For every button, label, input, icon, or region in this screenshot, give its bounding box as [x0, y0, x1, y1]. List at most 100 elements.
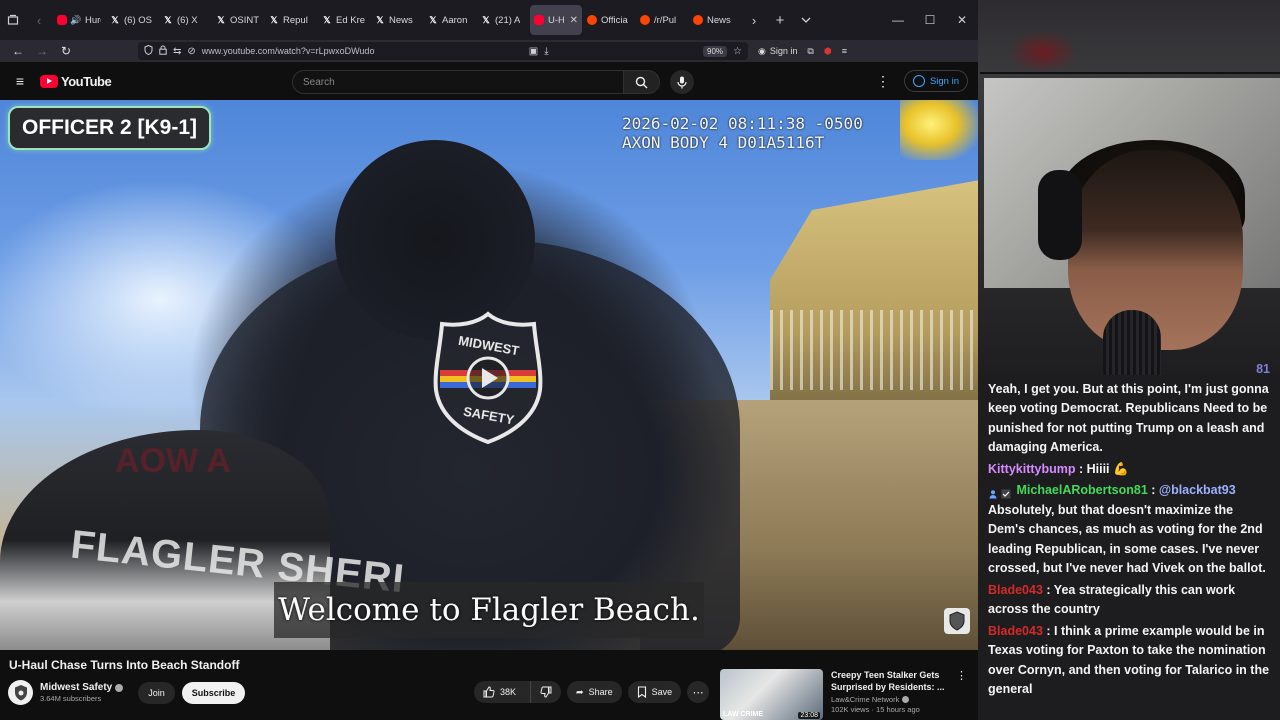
- tab-title: U-H: [548, 14, 564, 26]
- verified-check-icon: [115, 683, 124, 692]
- close-window-icon[interactable]: ✕: [946, 13, 978, 27]
- microphone-icon: [677, 76, 687, 88]
- address-bar[interactable]: ⇆ ⊘ www.youtube.com/watch?v=rLpwxoDWudo …: [138, 42, 748, 60]
- browser-tab[interactable]: 𝕏 (21) A: [477, 5, 529, 35]
- search-placeholder: Search: [303, 76, 335, 88]
- neon-sign: [1008, 30, 1078, 74]
- timestamp-line-1: 2026-02-02 08:11:38 -0500: [622, 114, 863, 133]
- browser-tab[interactable]: /r/Pul: [636, 5, 688, 35]
- tab-title: Repul: [283, 14, 308, 26]
- tab-scroll-right-icon[interactable]: ›: [741, 7, 767, 33]
- blurred-car-lettering: AOW A: [115, 442, 231, 480]
- channel-name-link[interactable]: Midwest Safety: [40, 682, 124, 693]
- chat-mention: @blackbat93: [1158, 483, 1236, 497]
- tab-title: /r/Pul: [654, 14, 677, 26]
- mute-tab-icon[interactable]: ⊘: [187, 46, 195, 57]
- picture-in-picture-icon[interactable]: ▣: [529, 46, 538, 57]
- tab-manager-icon[interactable]: [0, 7, 26, 33]
- x-favicon-icon: 𝕏: [429, 14, 437, 25]
- browser-tab[interactable]: 𝕏 News: [371, 5, 423, 35]
- recommended-channel-row: Law&Crime Network: [831, 695, 975, 704]
- url-text[interactable]: www.youtube.com/watch?v=rLpwxoDWudo: [202, 46, 375, 56]
- download-icon[interactable]: ⤓: [544, 46, 548, 57]
- stream-chat: 81 Yeah, I get you. But at this point, I…: [978, 360, 1280, 720]
- browser-tab[interactable]: 𝕏 Repul: [265, 5, 317, 35]
- list-all-tabs-icon[interactable]: [793, 7, 819, 33]
- close-tab-icon[interactable]: ✕: [570, 15, 578, 26]
- recommended-views: 102K views · 15 hours ago: [831, 705, 920, 714]
- browser-tab[interactable]: 𝕏 Ed Kre: [318, 5, 370, 35]
- extensions-icon[interactable]: ⧉: [807, 46, 813, 57]
- lock-icon[interactable]: [159, 45, 167, 58]
- youtube-signin-button[interactable]: Sign in: [903, 70, 968, 92]
- zoom-level[interactable]: 90%: [703, 45, 728, 57]
- chat-badges: [988, 486, 1011, 499]
- audio-playing-icon[interactable]: 🔊: [70, 15, 81, 25]
- save-label: Save: [651, 687, 673, 697]
- browser-tab[interactable]: 🔊 Hurdy: [53, 5, 105, 35]
- x-favicon-icon: 𝕏: [323, 14, 331, 25]
- ublock-icon[interactable]: ⬢: [824, 46, 832, 57]
- headphones: [1038, 170, 1082, 260]
- minimize-icon[interactable]: —: [882, 13, 914, 27]
- subscribe-button[interactable]: Subscribe: [181, 681, 246, 704]
- channel-meta: Midwest Safety 3.64M subscribers: [40, 682, 124, 703]
- video-actions: 38K ➦ Share Save ⋯: [474, 681, 710, 703]
- dislike-button[interactable]: [530, 681, 561, 703]
- settings-kebab-icon[interactable]: ⋮: [876, 73, 890, 90]
- browser-tab[interactable]: 𝕏 Aaron: [424, 5, 476, 35]
- share-button[interactable]: ➦ Share: [567, 681, 622, 703]
- recommended-thumbnail[interactable]: LAW CRIME 23:08: [720, 669, 823, 720]
- maximize-icon[interactable]: ☐: [914, 13, 946, 27]
- browser-tab[interactable]: 𝕏 OSINT: [212, 5, 264, 35]
- beach-house: [770, 180, 978, 430]
- x-favicon-icon: 𝕏: [270, 14, 278, 25]
- chat-message: MichaelARobertson81 : @blackbat93 Absolu…: [988, 483, 1266, 575]
- browser-tab[interactable]: 𝕏 (6) OS: [106, 5, 158, 35]
- youtube-logo[interactable]: YouTube: [40, 74, 112, 89]
- forward-icon[interactable]: →: [30, 44, 54, 58]
- save-button[interactable]: Save: [627, 681, 682, 703]
- browser-tab[interactable]: News: [689, 5, 741, 35]
- permissions-icon[interactable]: ⇆: [173, 46, 181, 57]
- search-input[interactable]: Search: [292, 70, 624, 94]
- tab-scroll-left-icon[interactable]: ‹: [26, 7, 52, 33]
- house-railing: [770, 310, 978, 390]
- search-button[interactable]: [624, 70, 660, 94]
- shield-icon[interactable]: [144, 44, 153, 58]
- tab-strip: 🔊Hurdy𝕏(6) OS𝕏(6) X𝕏OSINT𝕏Repul𝕏Ed Kre𝕏N…: [52, 5, 741, 35]
- share-icon: ➦: [576, 686, 584, 697]
- video-duration: 23:08: [798, 712, 820, 719]
- recommended-video[interactable]: LAW CRIME 23:08 Creepy Teen Stalker Gets…: [720, 669, 975, 720]
- browser-tab[interactable]: Officia: [583, 5, 635, 35]
- channel-avatar[interactable]: [8, 680, 33, 705]
- channel-watermark-icon[interactable]: [944, 608, 970, 634]
- youtube-signin-label: Sign in: [929, 75, 959, 87]
- new-tab-icon[interactable]: +: [767, 7, 793, 33]
- midwest-safety-badge-icon[interactable]: MIDWEST SAFETY: [430, 310, 546, 444]
- thumbs-down-icon: [540, 686, 552, 698]
- bookmark-star-icon[interactable]: ☆: [733, 46, 742, 57]
- like-button[interactable]: 38K: [474, 681, 525, 703]
- voice-search-button[interactable]: [670, 70, 694, 94]
- guide-menu-icon[interactable]: ≡: [0, 73, 40, 89]
- recommended-title[interactable]: Creepy Teen Stalker Gets Surprised by Re…: [831, 669, 949, 693]
- video-caption: Welcome to Flagler Beach.: [274, 582, 704, 638]
- recommended-channel[interactable]: Law&Crime Network: [831, 695, 899, 704]
- recommended-menu-icon[interactable]: ⋮: [956, 669, 967, 682]
- browser-tab[interactable]: 𝕏 (6) X: [159, 5, 211, 35]
- channel-name: Midwest Safety: [40, 682, 113, 693]
- account-signin-button[interactable]: ◉ Sign in: [758, 46, 797, 57]
- x-favicon-icon: 𝕏: [164, 14, 172, 25]
- chat-message: Blade043 : I think a prime example would…: [988, 623, 1270, 697]
- tab-title: (6) X: [177, 14, 198, 26]
- browser-tab[interactable]: U-H ✕: [530, 5, 582, 35]
- join-button[interactable]: Join: [138, 681, 175, 704]
- more-actions-icon[interactable]: ⋯: [687, 681, 710, 703]
- video-player[interactable]: AOW A FLAGLER SHERI OFFICER 2 [K9-1] 202…: [0, 100, 978, 650]
- app-menu-icon[interactable]: ≡: [842, 46, 847, 56]
- bodycam-timestamp: 2026-02-02 08:11:38 -0500 AXON BODY 4 D0…: [622, 114, 863, 152]
- reload-icon[interactable]: ↻: [54, 44, 78, 58]
- back-icon[interactable]: ←: [6, 44, 30, 58]
- chat-username: 81: [1256, 362, 1270, 376]
